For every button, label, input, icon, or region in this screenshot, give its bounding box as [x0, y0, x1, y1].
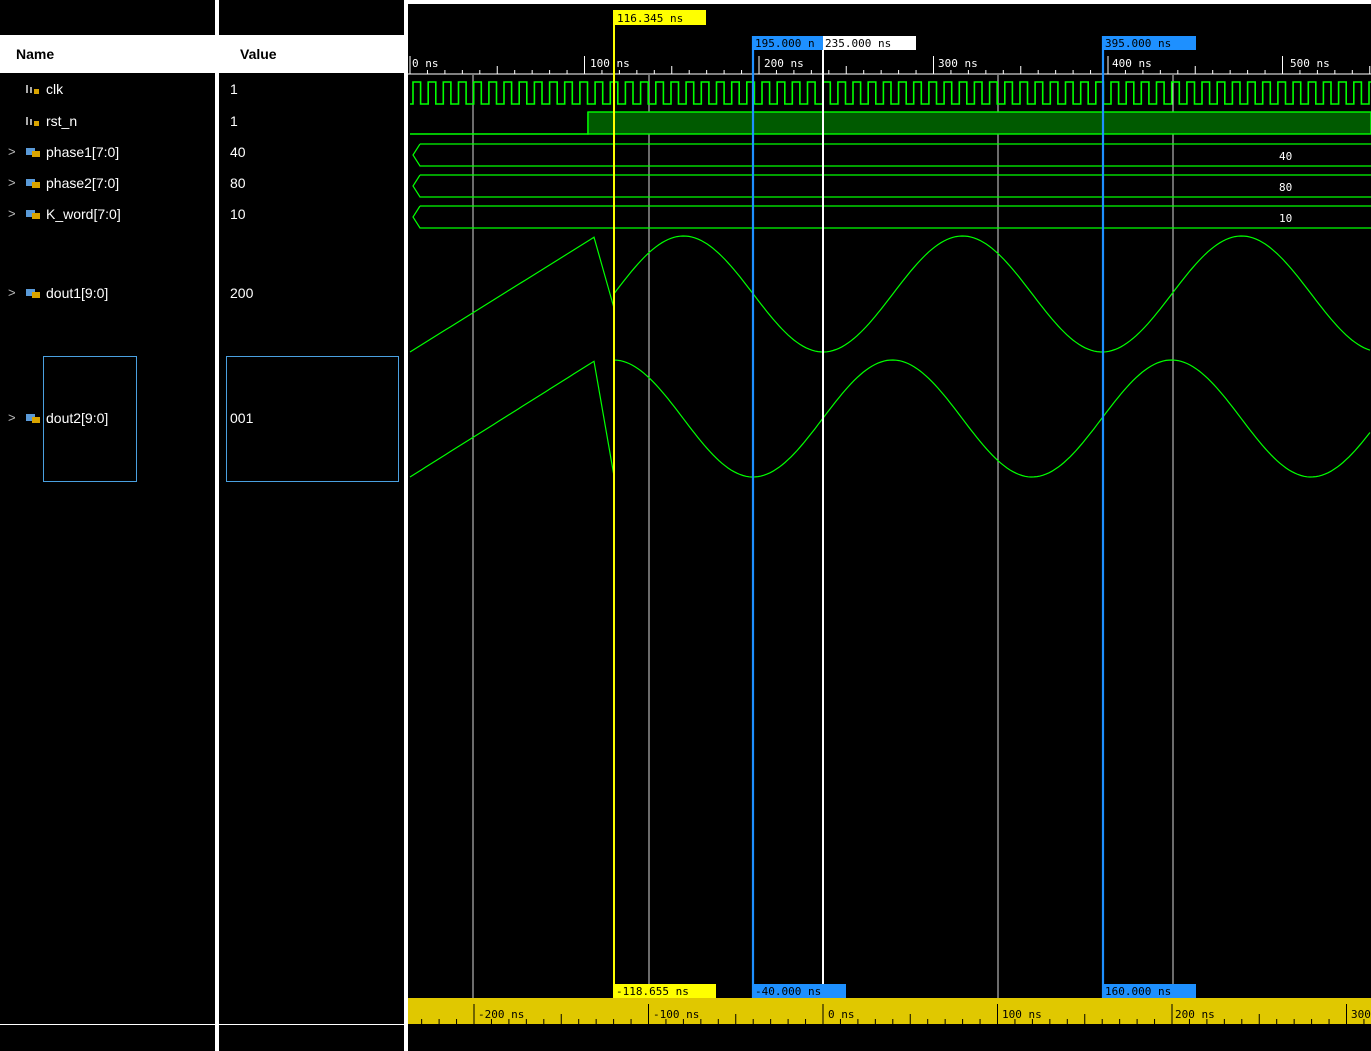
relative-tick-label: -100 ns — [653, 1008, 699, 1021]
svg-text:235.000 ns: 235.000 ns — [825, 37, 891, 50]
signal-row-dout1[interactable]: > dout1[9:0] 200 — [0, 281, 405, 305]
ruler-tick-label: 400 ns — [1112, 57, 1152, 70]
signal-name: phase2[7:0] — [46, 175, 120, 191]
relative-time-ruler[interactable]: -200 ns -100 ns 0 ns 100 ns 200 ns 300 — [408, 998, 1371, 1024]
ruler-tick-label: 500 ns — [1290, 57, 1330, 70]
svg-text:160.000 ns: 160.000 ns — [1105, 985, 1171, 998]
relative-marker-1-label[interactable]: -40.000 ns — [753, 984, 846, 998]
signal-value: 200 — [230, 285, 254, 301]
relative-cursor-label[interactable]: -118.655 ns — [614, 984, 716, 998]
svg-text:395.000 ns: 395.000 ns — [1105, 37, 1171, 50]
selection-outline-name — [43, 356, 137, 482]
marker-1-label[interactable]: 195.000 n — [753, 36, 823, 50]
relative-tick-label: 200 ns — [1175, 1008, 1215, 1021]
cursor-label[interactable]: 116.345 ns — [614, 10, 706, 25]
signal-name: K_word[7:0] — [46, 206, 121, 222]
bus-signal-icon — [26, 179, 40, 188]
ruler-tick-label: 200 ns — [764, 57, 804, 70]
selection-outline-value — [226, 356, 399, 482]
bit-signal-icon — [26, 85, 39, 94]
signal-value: 40 — [230, 144, 246, 160]
bus-signal-icon — [26, 289, 40, 298]
clk-waveform — [410, 81, 1371, 105]
expand-chevron-icon[interactable]: > — [8, 406, 16, 430]
signal-name: dout1[9:0] — [46, 285, 109, 301]
relative-tick-label: 100 ns — [1002, 1008, 1042, 1021]
signal-name: clk — [46, 81, 64, 97]
panel-footer-divider — [0, 1024, 405, 1025]
ruler-tick-label: 100 ns — [590, 57, 630, 70]
signal-row-k-word[interactable]: > K_word[7:0] 10 — [0, 202, 405, 226]
bit-signal-icon — [26, 117, 39, 126]
ruler-tick-label: 300 ns — [938, 57, 978, 70]
bus-signal-icon — [26, 148, 40, 157]
expand-chevron-icon[interactable]: > — [8, 140, 16, 164]
marker-2-label[interactable]: 395.000 ns — [1103, 36, 1196, 50]
expand-chevron-icon[interactable]: > — [8, 171, 16, 195]
signal-value: 1 — [230, 113, 238, 129]
bus-value-label: 10 — [1279, 212, 1292, 225]
signal-value: 1 — [230, 81, 238, 97]
k-word-bus-waveform: 10 — [412, 205, 1371, 229]
signal-value: 80 — [230, 175, 246, 191]
phase2-bus-waveform: 80 — [412, 174, 1371, 198]
relative-tick-label: 300 — [1351, 1008, 1371, 1021]
dout2-analog-waveform — [409, 359, 1371, 478]
signal-row-clk[interactable]: clk 1 — [0, 77, 405, 101]
ruler-tick-label: 0 ns — [412, 57, 439, 70]
svg-text:-40.000 ns: -40.000 ns — [755, 985, 821, 998]
dout1-analog-waveform — [409, 235, 1371, 353]
phase1-bus-waveform: 40 — [412, 143, 1371, 167]
signal-row-phase1[interactable]: > phase1[7:0] 40 — [0, 140, 405, 164]
signal-name: rst_n — [46, 113, 78, 129]
white-marker-label[interactable]: 235.000 ns — [823, 36, 916, 50]
expand-chevron-icon[interactable]: > — [8, 202, 16, 226]
relative-tick-label: 0 ns — [828, 1008, 855, 1021]
signal-name: phase1[7:0] — [46, 144, 120, 160]
bus-value-label: 80 — [1279, 181, 1292, 194]
bus-value-label: 40 — [1279, 150, 1292, 163]
waveform-canvas[interactable]: 0 ns 100 ns 200 ns 300 ns 400 ns 500 ns … — [408, 0, 1371, 1051]
rst-n-waveform — [410, 111, 1371, 135]
svg-text:116.345 ns: 116.345 ns — [617, 12, 683, 25]
time-ruler[interactable]: 0 ns 100 ns 200 ns 300 ns 400 ns 500 ns — [408, 56, 1371, 75]
bus-signal-icon — [26, 414, 40, 423]
bus-signal-icon — [26, 210, 40, 219]
column-divider[interactable] — [215, 0, 219, 1051]
signal-row-rst_n[interactable]: rst_n 1 — [0, 109, 405, 133]
value-column-header[interactable]: Value — [219, 35, 405, 73]
expand-chevron-icon[interactable]: > — [8, 281, 16, 305]
relative-tick-label: -200 ns — [478, 1008, 524, 1021]
signal-name-value-panel: Name Value clk 1 rst_n 1 > phase1[7:0] 4… — [0, 0, 405, 1051]
name-column-header[interactable]: Name — [0, 35, 215, 73]
relative-marker-2-label[interactable]: 160.000 ns — [1103, 984, 1196, 998]
svg-text:-118.655 ns: -118.655 ns — [616, 985, 689, 998]
signal-row-phase2[interactable]: > phase2[7:0] 80 — [0, 171, 405, 195]
svg-text:195.000 n: 195.000 n — [755, 37, 815, 50]
signal-value: 10 — [230, 206, 246, 222]
